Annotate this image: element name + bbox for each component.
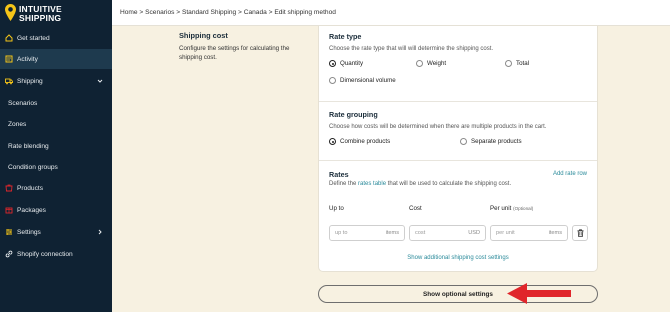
sidebar-item-label: Products <box>17 184 44 192</box>
home-icon <box>5 34 13 42</box>
sidebar-item-activity[interactable]: Activity <box>0 49 112 69</box>
radio-selected-icon <box>329 138 336 145</box>
rate-grouping-section: Rate grouping Choose how costs will be d… <box>319 102 597 180</box>
radio-label: Weight <box>427 60 447 67</box>
location-pin-icon <box>5 4 16 21</box>
chevron-down-icon <box>97 77 103 85</box>
input-suffix: items <box>385 230 399 236</box>
rates-description-suffix: that will be used to calculate the shipp… <box>387 181 512 187</box>
per-unit-input[interactable]: per unit items <box>490 225 568 241</box>
red-arrow-annotation <box>507 283 571 304</box>
sidebar-item-scenarios[interactable]: Scenarios <box>0 93 112 113</box>
sidebar-item-label: Activity <box>17 55 38 63</box>
packages-icon <box>5 206 13 214</box>
input-placeholder: up to <box>335 230 348 236</box>
rate-grouping-title: Rate grouping <box>329 110 378 119</box>
top-bar: Home > Scenarios > Standard Shipping > C… <box>112 0 670 26</box>
radio-dimensional-volume[interactable]: Dimensional volume <box>329 77 396 84</box>
up-to-input[interactable]: up to items <box>329 225 405 241</box>
sidebar-item-get-started[interactable]: Get started <box>0 28 112 48</box>
sidebar-item-label: Shipping <box>17 77 43 85</box>
delete-row-button[interactable] <box>572 225 588 241</box>
shipping-cost-title: Shipping cost <box>179 31 228 40</box>
sidebar-item-label: Condition groups <box>8 163 58 171</box>
sidebar-item-condition-groups[interactable]: Condition groups <box>0 157 112 177</box>
column-header-up-to: Up to <box>329 205 344 212</box>
chevron-right-icon <box>97 228 103 236</box>
column-header-cost: Cost <box>409 205 422 212</box>
rate-type-section: Rate type Choose the rate type that will… <box>319 26 597 102</box>
radio-label: Separate products <box>471 138 522 145</box>
sidebar-item-shipping[interactable]: Shipping <box>0 71 112 91</box>
add-rate-row-link[interactable]: Add rate row <box>553 171 587 177</box>
radio-unselected-icon <box>329 77 336 84</box>
rates-description: Define the rates table that will be used… <box>329 181 511 187</box>
breadcrumb[interactable]: Home > Scenarios > Standard Shipping > C… <box>120 9 336 16</box>
input-placeholder: cost <box>415 230 426 236</box>
rates-description-prefix: Define the <box>329 181 357 187</box>
radio-label: Dimensional volume <box>340 77 396 84</box>
divider <box>319 160 597 161</box>
radio-total[interactable]: Total <box>505 60 529 67</box>
radio-unselected-icon <box>460 138 467 145</box>
brand-name: INTUITIVE SHIPPING <box>19 5 62 23</box>
column-header-per-unit: Per unit (Optional) <box>490 205 533 212</box>
sidebar-item-settings[interactable]: Settings <box>0 222 112 242</box>
radio-label: Quantity <box>340 60 364 67</box>
shipping-cost-description: Configure the settings for calculating t… <box>179 45 290 61</box>
sidebar-item-shopify-connection[interactable]: Shopify connection <box>0 244 112 264</box>
truck-icon <box>5 77 13 85</box>
sidebar-item-rate-blending[interactable]: Rate blending <box>0 136 112 156</box>
sidebar-item-products[interactable]: Products <box>0 178 112 198</box>
radio-selected-icon <box>329 60 336 67</box>
show-additional-settings-link[interactable]: Show additional shipping cost settings <box>319 255 597 261</box>
input-suffix: USD <box>468 230 480 236</box>
trash-icon <box>577 229 583 237</box>
rates-title: Rates <box>329 170 349 179</box>
link-icon <box>5 250 13 258</box>
per-unit-label: Per unit <box>490 205 512 212</box>
sidebar-item-label: Scenarios <box>8 99 38 107</box>
radio-separate-products[interactable]: Separate products <box>460 138 522 145</box>
radio-unselected-icon <box>505 60 512 67</box>
optional-label: (Optional) <box>513 206 534 211</box>
radio-quantity[interactable]: Quantity <box>329 60 363 67</box>
activity-icon <box>5 55 13 63</box>
settings-icon <box>5 228 13 236</box>
radio-unselected-icon <box>416 60 423 67</box>
shipping-cost-card: Rate type Choose the rate type that will… <box>318 26 598 272</box>
rate-grouping-description: Choose how costs will be determined when… <box>329 124 547 130</box>
input-placeholder: per unit <box>496 230 515 236</box>
sidebar-item-label: Zones <box>8 120 27 128</box>
cost-input[interactable]: cost USD <box>409 225 486 241</box>
radio-weight[interactable]: Weight <box>416 60 446 67</box>
rate-type-description: Choose the rate type that will will dete… <box>329 46 494 52</box>
products-icon <box>5 184 13 192</box>
sidebar-item-label: Get started <box>17 34 50 42</box>
sidebar-item-label: Settings <box>17 228 41 236</box>
rates-table-link[interactable]: rates table <box>358 181 386 187</box>
radio-label: Total <box>516 60 530 67</box>
sidebar: INTUITIVE SHIPPING Get started Activity … <box>0 0 112 312</box>
rate-type-title: Rate type <box>329 32 362 41</box>
sidebar-item-zones[interactable]: Zones <box>0 114 112 134</box>
input-suffix: items <box>548 230 562 236</box>
brand-line-2: SHIPPING <box>19 13 62 23</box>
sidebar-item-label: Shopify connection <box>17 250 73 258</box>
radio-label: Combine products <box>340 138 391 145</box>
sidebar-item-label: Packages <box>17 206 46 214</box>
sidebar-item-packages[interactable]: Packages <box>0 200 112 220</box>
sidebar-item-label: Rate blending <box>8 142 49 150</box>
radio-combine-products[interactable]: Combine products <box>329 138 390 145</box>
brand-logo[interactable]: INTUITIVE SHIPPING <box>5 4 109 26</box>
